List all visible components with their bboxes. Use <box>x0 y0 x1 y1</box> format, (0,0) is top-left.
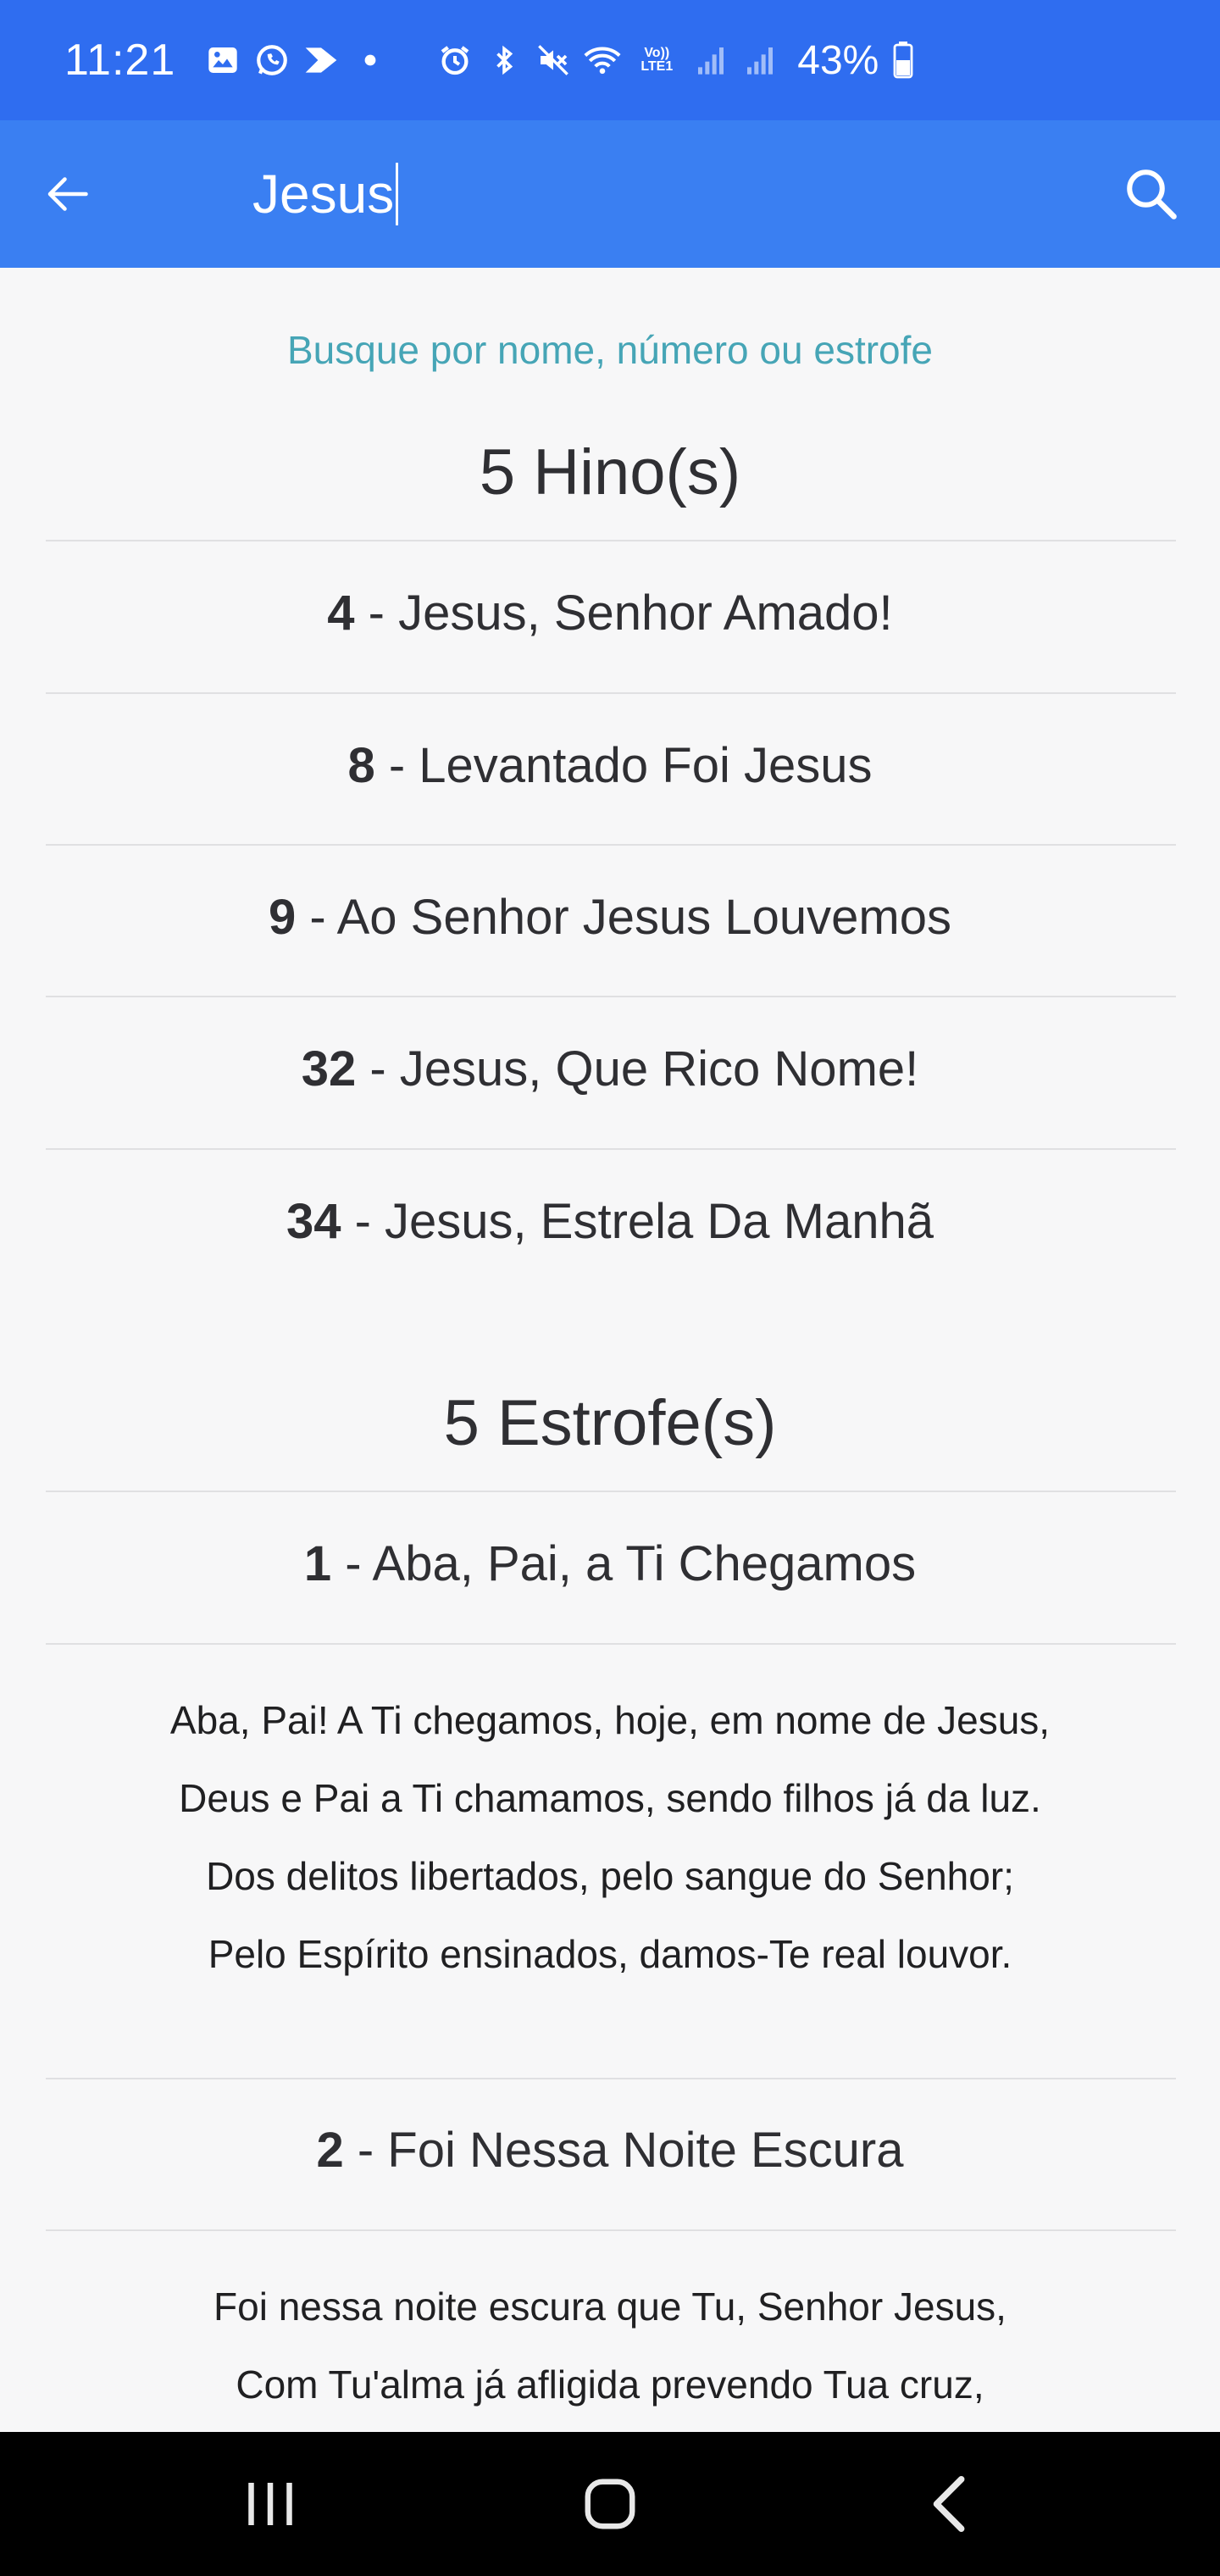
stanza-line: Dos delitos libertados, pelo sangue do S… <box>206 1854 1014 1898</box>
divider <box>46 1148 1176 1150</box>
hymn-result-item[interactable]: 32 - Jesus, Que Rico Nome! <box>0 1041 1220 1097</box>
hymn-title: - Jesus, Estrela Da Manhã <box>341 1194 934 1249</box>
battery-icon <box>890 42 916 79</box>
battery-percent: 43% <box>797 37 879 83</box>
hymn-title: - Ao Senhor Jesus Louvemos <box>296 890 952 945</box>
search-icon <box>1127 169 1177 219</box>
stanza-text[interactable]: Foi nessa noite escura que Tu, Senhor Je… <box>0 2268 1220 2423</box>
chevron-left-icon <box>933 2476 965 2532</box>
bluetooth-icon <box>485 42 523 79</box>
status-bar: 11:21 Vo)) LTE1 43% <box>0 0 1220 120</box>
divider <box>46 540 1176 541</box>
arrow-left-icon <box>47 177 88 211</box>
stanza-hymn-title: - Aba, Pai, a Ti Chegamos <box>331 1536 917 1591</box>
hymn-number: 32 <box>301 1041 357 1096</box>
hymn-result-item[interactable]: 8 - Levantado Foi Jesus <box>0 737 1220 794</box>
cast-icon <box>302 42 340 79</box>
navigation-bar <box>0 2432 1220 2576</box>
hymn-result-item[interactable]: 9 - Ao Senhor Jesus Louvemos <box>0 889 1220 946</box>
stanza-text[interactable]: Aba, Pai! A Ti chegamos, hoje, em nome d… <box>0 1681 1220 1993</box>
stanza-line: Deus e Pai a Ti chamamos, sendo filhos j… <box>179 1776 1041 1820</box>
app-bar: Jesus <box>0 120 1220 268</box>
volte-label: Vo)) LTE1 <box>640 46 674 74</box>
divider <box>46 1491 1176 1492</box>
hymn-title: - Levantado Foi Jesus <box>374 738 873 793</box>
notification-icons <box>204 42 389 79</box>
home-button[interactable] <box>572 2466 648 2542</box>
mute-icon <box>535 42 572 79</box>
stanza-line: Pelo Espírito ensinados, damos-Te real l… <box>208 1932 1012 1976</box>
back-nav-button[interactable] <box>913 2466 990 2542</box>
stanza-line: Aba, Pai! A Ti chegamos, hoje, em nome d… <box>169 1698 1051 1742</box>
hymn-title: - Jesus, Senhor Amado! <box>354 586 893 641</box>
system-icons: Vo)) LTE1 43% <box>436 37 916 84</box>
divider <box>46 692 1176 694</box>
alarm-icon <box>436 42 474 79</box>
hymn-number: 4 <box>327 586 355 641</box>
stanzas-count-heading: 5 Estrofe(s) <box>443 1387 777 1459</box>
divider <box>46 844 1176 846</box>
hymns-count-heading: 5 Hino(s) <box>479 436 741 508</box>
back-button[interactable] <box>37 164 97 224</box>
stanza-line: Com Tu'alma já afligida prevendo Tua cru… <box>236 2362 984 2407</box>
divider <box>46 2078 1176 2079</box>
signal-icon <box>692 42 729 79</box>
status-time: 11:21 <box>64 36 176 85</box>
divider <box>46 996 1176 997</box>
stanza-line: Foi nessa noite escura que Tu, Senhor Je… <box>214 2285 1006 2329</box>
stanza-result-item[interactable]: 2 - Foi Nessa Noite Escura <box>0 2122 1220 2179</box>
text-cursor <box>396 163 399 225</box>
hymn-number: 9 <box>268 890 297 945</box>
divider <box>46 1643 1176 1645</box>
signal-icon <box>741 42 779 79</box>
stanza-result-item[interactable]: 1 - Aba, Pai, a Ti Chegamos <box>0 1535 1220 1592</box>
hymn-number: 8 <box>347 738 375 793</box>
hymn-title: - Jesus, Que Rico Nome! <box>356 1041 919 1096</box>
hymn-number: 34 <box>286 1194 341 1249</box>
whatsapp-icon <box>253 42 291 79</box>
hymn-result-item[interactable]: 34 - Jesus, Estrela Da Manhã <box>0 1193 1220 1250</box>
search-hint: Busque por nome, número ou estrofe <box>286 328 933 372</box>
search-button[interactable] <box>1118 161 1183 225</box>
stanza-hymn-number: 2 <box>316 2123 344 2178</box>
search-input[interactable]: Jesus <box>252 156 399 232</box>
hymn-result-item[interactable]: 4 - Jesus, Senhor Amado! <box>0 585 1220 641</box>
stanza-hymn-number: 1 <box>303 1536 332 1591</box>
wifi-icon <box>584 42 621 79</box>
gallery-icon <box>204 42 241 79</box>
home-icon <box>585 2479 635 2529</box>
recent-apps-icon <box>248 2483 292 2525</box>
search-input-value: Jesus <box>252 164 395 225</box>
stanza-hymn-title: - Foi Nessa Noite Escura <box>343 2123 904 2178</box>
recent-apps-button[interactable] <box>232 2466 308 2542</box>
volte-icon: Vo)) LTE1 <box>633 42 680 79</box>
dot-icon <box>352 42 389 79</box>
divider <box>46 2229 1176 2231</box>
